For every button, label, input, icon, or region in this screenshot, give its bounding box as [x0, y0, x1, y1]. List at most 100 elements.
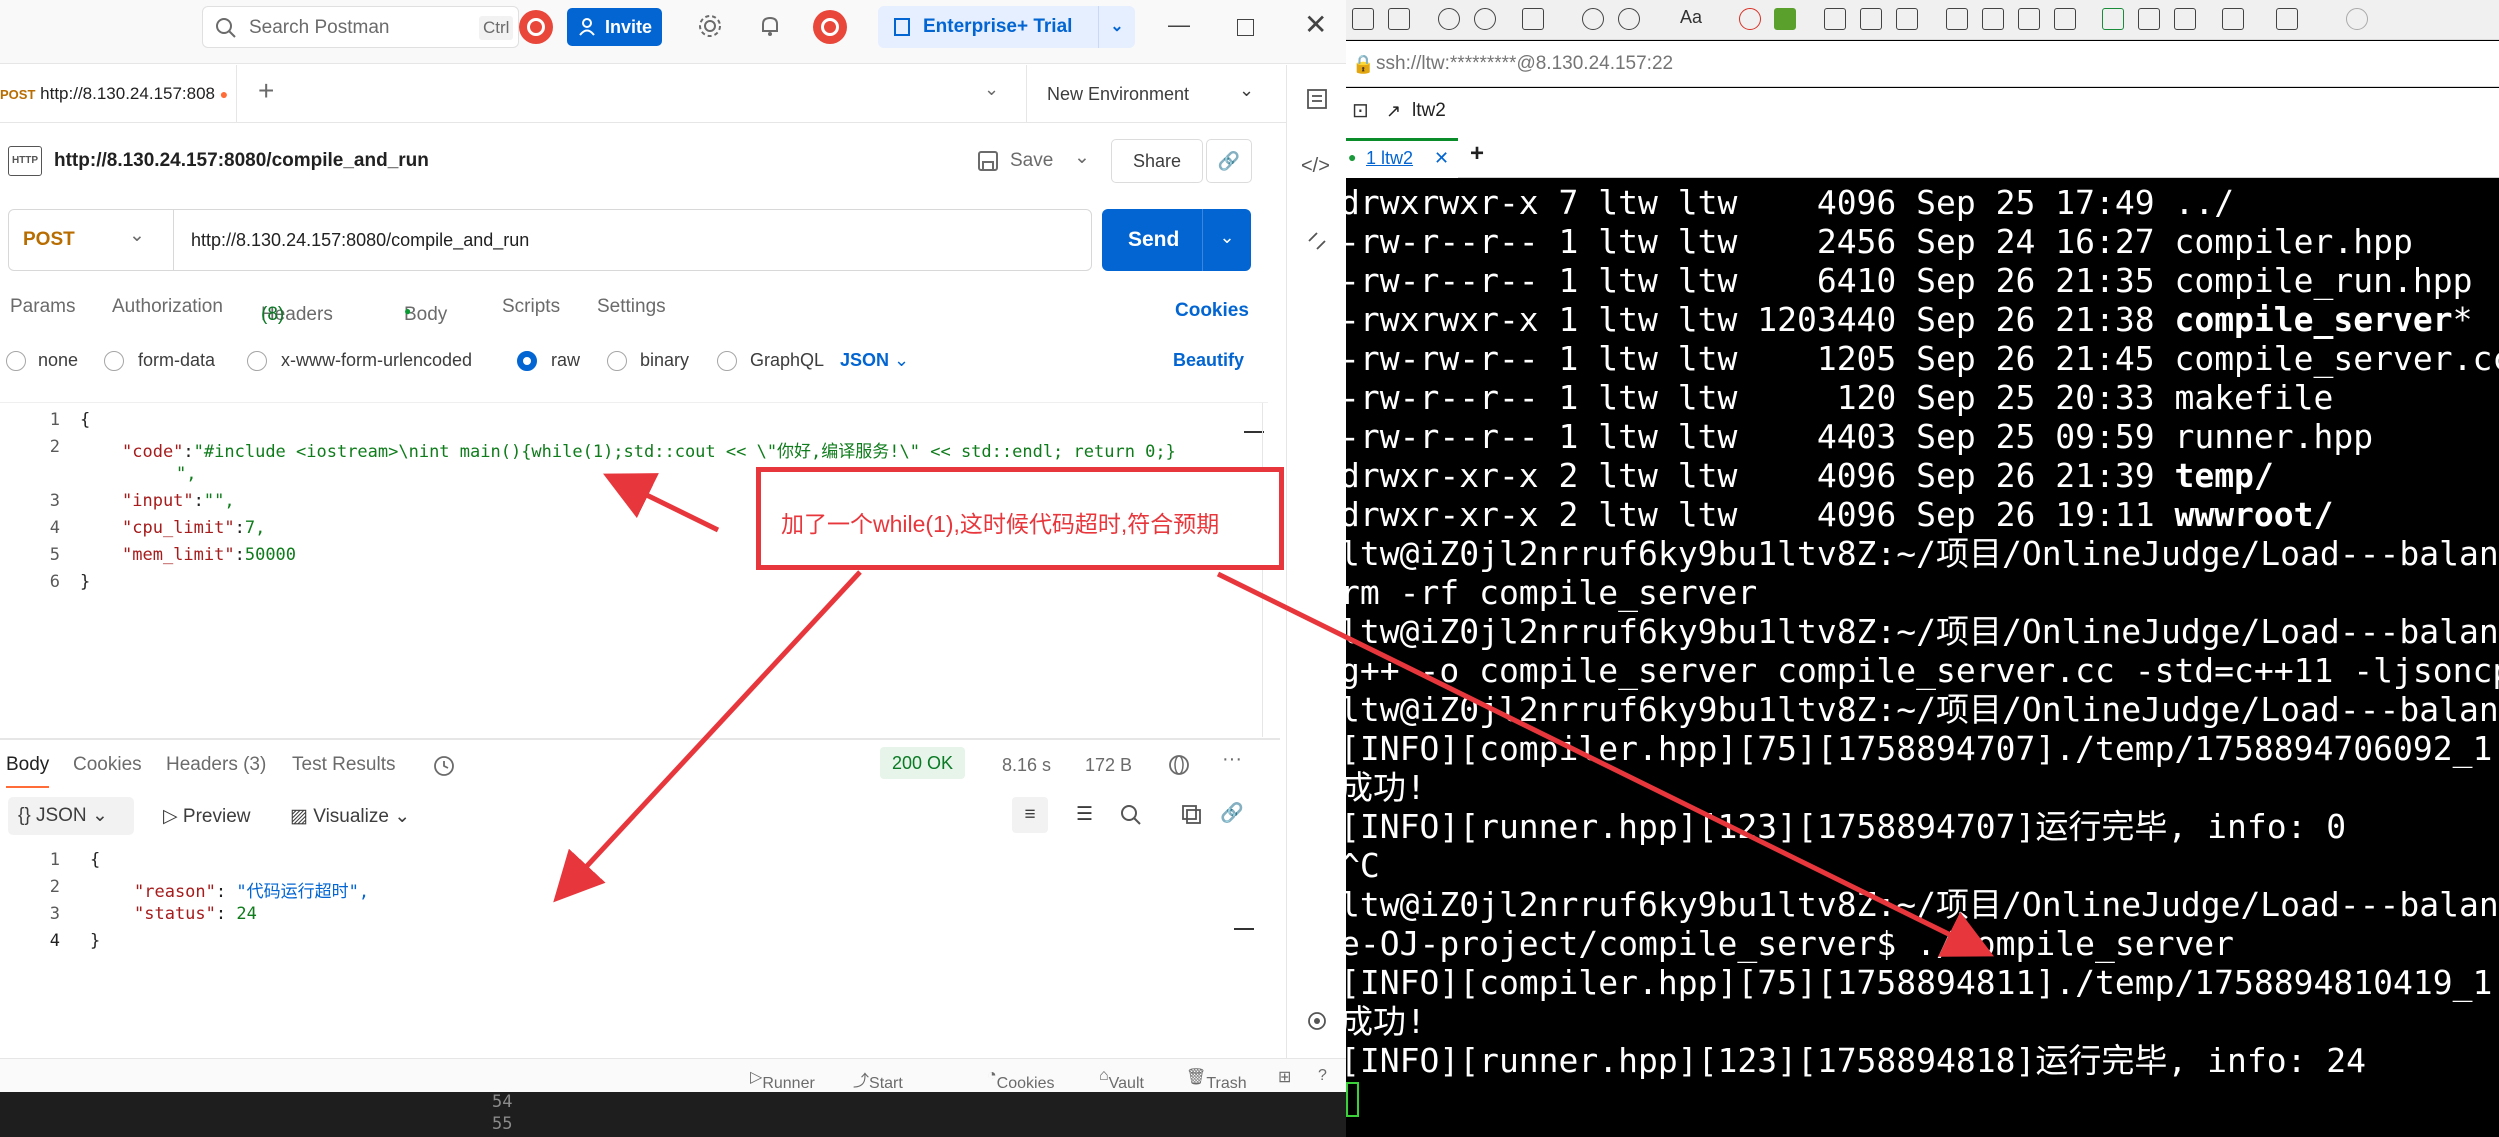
maximize-icon[interactable]	[1237, 19, 1254, 36]
close-tab-icon[interactable]: ✕	[1434, 141, 1449, 175]
enterprise-trial-button[interactable]: Enterprise+ Trial ⌄	[878, 6, 1135, 48]
response-body-viewer[interactable]: 1 2 3 4 { "reason": "代码运行超时", "status": …	[0, 848, 1254, 1048]
script-icon[interactable]	[2018, 8, 2040, 30]
send-dropdown-icon[interactable]: ⌄	[1202, 209, 1251, 271]
lock-icon[interactable]	[1824, 8, 1846, 30]
share-button[interactable]: Share	[1111, 139, 1203, 183]
resp-tab-tests[interactable]: Test Results	[292, 754, 395, 776]
connected-dot-icon: ●	[1348, 149, 1357, 165]
globe-icon[interactable]	[1618, 8, 1640, 30]
font-icon[interactable]: Aa	[1680, 7, 1702, 28]
code-icon[interactable]: </>	[1301, 155, 1330, 178]
send-button[interactable]: Send ⌄	[1102, 209, 1251, 271]
search-bar[interactable]: Search Postman Ctrl	[202, 6, 519, 48]
keyboard-icon[interactable]	[1946, 8, 1968, 30]
bell-icon[interactable]	[758, 14, 782, 38]
transparency-icon[interactable]	[1896, 8, 1918, 30]
help-icon[interactable]	[2346, 8, 2368, 30]
resp-tab-body[interactable]: Body	[6, 754, 50, 788]
session-label[interactable]: ltw2	[1412, 88, 1446, 134]
tab-scripts[interactable]: Scripts	[502, 296, 560, 318]
help-icon[interactable]: ?	[1318, 1067, 1327, 1085]
preview-button[interactable]: ▷ Preview	[163, 805, 250, 828]
session-manager-icon[interactable]: ⊡	[1352, 88, 1369, 134]
start-proxy-button[interactable]: ⤴ Start Proxy	[853, 1067, 903, 1092]
method-select[interactable]: POST ⌄	[9, 210, 174, 270]
run-icon[interactable]	[2102, 8, 2124, 30]
cookies-link[interactable]: Cookies	[1175, 300, 1249, 322]
compose-icon[interactable]	[1982, 8, 2004, 30]
radio-raw[interactable]	[517, 351, 537, 371]
radio-urlencoded[interactable]	[247, 351, 267, 371]
scrollbar-marker[interactable]	[1234, 928, 1254, 930]
terminal-tab[interactable]: ● 1 ltw2 ✕	[1346, 138, 1458, 178]
link-icon[interactable]	[1474, 8, 1496, 30]
fullscreen-icon[interactable]	[1860, 8, 1882, 30]
layout-icon[interactable]: ⊞	[1278, 1067, 1291, 1087]
documentation-icon[interactable]	[1305, 87, 1329, 111]
copy-icon[interactable]	[2138, 8, 2160, 30]
trash-button[interactable]: 🗑 Trash	[1186, 1067, 1247, 1092]
close-icon[interactable]: ✕	[1304, 8, 1327, 41]
radio-form-data[interactable]	[104, 351, 124, 371]
more-icon[interactable]: ···	[1222, 748, 1242, 771]
link-icon[interactable]: 🔗	[1220, 801, 1244, 825]
request-title[interactable]: http://8.130.24.157:8080/compile_and_run	[54, 150, 429, 172]
gear-icon[interactable]	[698, 14, 722, 38]
new-session-icon[interactable]	[1352, 8, 1374, 30]
avatar[interactable]	[519, 10, 553, 44]
filter-icon[interactable]: ☰	[1076, 803, 1093, 826]
runner-button[interactable]: ▷ Runner	[750, 1067, 815, 1092]
invite-button[interactable]: Invite	[567, 8, 662, 46]
add-tab-icon[interactable]	[2222, 8, 2244, 30]
environment-select[interactable]: New Environment ⌄	[1026, 65, 1273, 123]
globe-icon[interactable]	[1167, 753, 1191, 777]
visualize-button[interactable]: ▨ Visualize ⌄	[290, 805, 410, 828]
terminal-screen[interactable]: drwxrwxr-x 7 ltw ltw 4096 Sep 25 17:49 .…	[1346, 179, 2499, 1137]
new-tab-icon[interactable]: +	[1470, 140, 1484, 168]
disconnect-icon[interactable]	[1438, 8, 1460, 30]
search-icon[interactable]	[1582, 8, 1604, 30]
history-icon[interactable]	[432, 754, 456, 778]
search-icon[interactable]	[1119, 803, 1143, 827]
scrollbar-marker[interactable]	[1244, 431, 1264, 433]
wrap-lines-icon[interactable]: ≡	[1012, 797, 1048, 833]
tab-authorization[interactable]: Authorization	[112, 296, 223, 318]
tab-params[interactable]: Params	[10, 296, 75, 318]
response-format-select[interactable]: {} JSON ⌄	[8, 797, 134, 835]
layout-icon[interactable]	[2276, 8, 2298, 30]
vault-button[interactable]: ⌂ Vault	[1099, 1067, 1144, 1092]
xftp-icon[interactable]	[1774, 8, 1796, 30]
radio-graphql[interactable]	[717, 351, 737, 371]
resp-tab-cookies[interactable]: Cookies	[73, 754, 142, 776]
radio-binary[interactable]	[607, 351, 627, 371]
minimize-icon[interactable]: —	[1168, 12, 1190, 38]
user-avatar[interactable]	[813, 10, 847, 44]
settings-icon[interactable]	[1305, 1009, 1329, 1033]
chevron-down-icon[interactable]: ⌄	[1098, 6, 1135, 48]
related-icon[interactable]	[1305, 229, 1329, 253]
url-input[interactable]: http://8.130.24.157:8080/compile_and_run	[191, 210, 529, 270]
window-icon[interactable]	[1522, 8, 1544, 30]
cookies-button[interactable]: ◔ Cookies	[987, 1067, 1054, 1092]
beautify-button[interactable]: Beautify	[1173, 350, 1244, 371]
editor-scrollbar[interactable]	[1262, 403, 1263, 737]
new-tab-icon[interactable]: +	[258, 75, 274, 107]
tab-settings[interactable]: Settings	[597, 296, 666, 318]
paste-icon[interactable]	[2174, 8, 2196, 30]
tabs-dropdown-icon[interactable]: ⌄	[984, 79, 999, 100]
xshell-icon[interactable]	[1739, 8, 1761, 30]
save-button[interactable]: Save	[1010, 150, 1053, 172]
copy-link-button[interactable]: 🔗	[1206, 139, 1252, 183]
copy-icon[interactable]	[1180, 803, 1204, 827]
external-link-icon[interactable]: ↗	[1386, 88, 1401, 134]
resp-tab-headers[interactable]: Headers (3)	[166, 754, 266, 776]
radio-none[interactable]	[6, 351, 26, 371]
address-bar[interactable]: 🔒 ssh://ltw:*********@8.130.24.157:22	[1346, 41, 2499, 87]
log-icon[interactable]	[2054, 8, 2076, 30]
format-select[interactable]: JSON ⌄	[840, 350, 909, 371]
folder-icon[interactable]	[1388, 8, 1410, 30]
pane-divider[interactable]	[0, 738, 1280, 740]
request-tab[interactable]: POST http://8.130.24.157:808 ●	[0, 65, 237, 123]
save-dropdown-icon[interactable]: ⌄	[1074, 146, 1090, 169]
